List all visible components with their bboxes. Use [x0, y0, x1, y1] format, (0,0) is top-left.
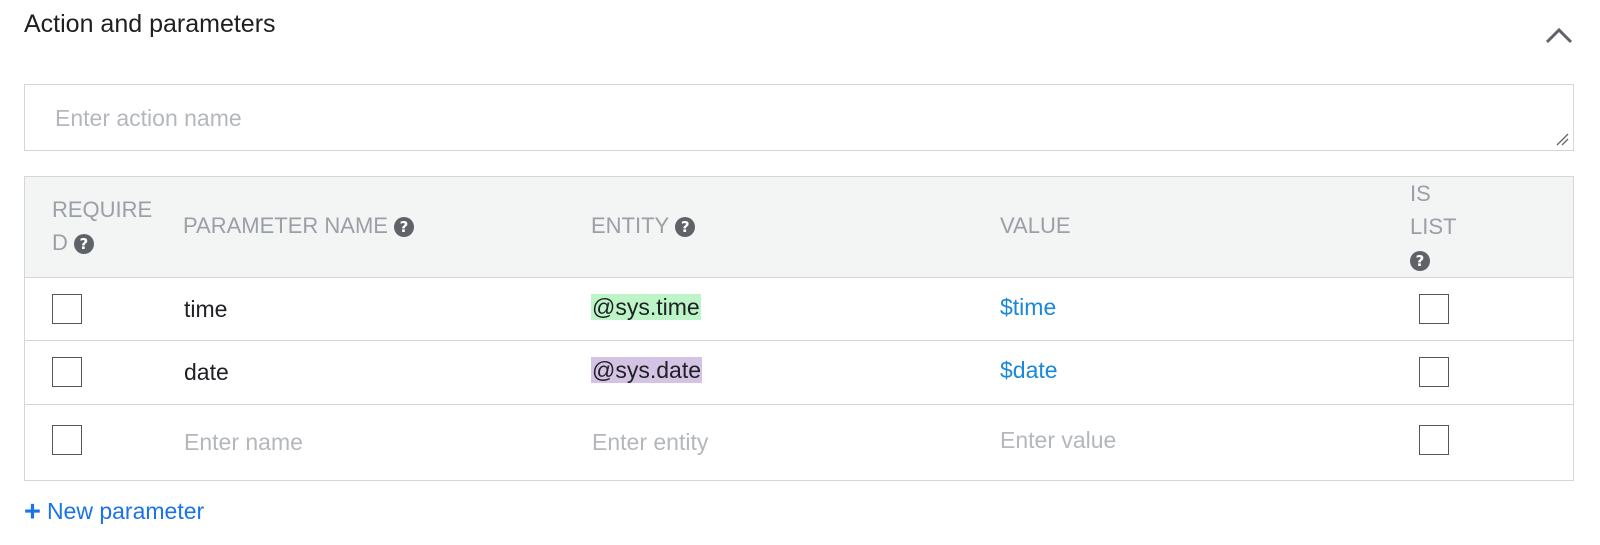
new-parameter-button[interactable]: + New parameter — [24, 496, 204, 529]
table-row: time @sys.time $time — [25, 278, 1573, 341]
header-value: VALUE — [1000, 213, 1071, 238]
entity-help-icon[interactable]: ? — [675, 217, 696, 238]
section-title: Action and parameters — [24, 10, 276, 38]
required-checkbox[interactable] — [52, 357, 82, 387]
name-input[interactable]: Enter name — [184, 429, 303, 456]
entity-tag[interactable]: @sys.date — [591, 357, 703, 383]
is-list-checkbox[interactable] — [1419, 425, 1449, 455]
resize-grip-icon[interactable] — [1555, 132, 1569, 146]
parameter-name[interactable]: time — [184, 296, 227, 323]
header-entity: ENTITY? — [591, 209, 696, 242]
is-list-checkbox[interactable] — [1419, 294, 1449, 324]
required-checkbox[interactable] — [52, 294, 82, 324]
entity-tag[interactable]: @sys.time — [591, 294, 701, 320]
parameter-value[interactable]: $date — [1000, 357, 1058, 384]
table-header: REQUIRE D? PARAMETER NAME? ENTITY? VALUE… — [25, 177, 1573, 278]
collapse-button[interactable] — [1544, 22, 1574, 48]
header-is-list: IS LIST ? — [1410, 181, 1457, 272]
parameter-name[interactable]: date — [184, 359, 229, 386]
parameter-value[interactable]: $time — [1000, 294, 1056, 321]
new-parameter-row: Enter name Enter entity Enter value — [25, 405, 1573, 480]
plus-icon: + — [24, 496, 41, 528]
new-parameter-label: New parameter — [46, 498, 205, 524]
entity-input[interactable]: Enter entity — [592, 429, 708, 456]
parameters-table: REQUIRE D? PARAMETER NAME? ENTITY? VALUE… — [24, 176, 1574, 481]
required-checkbox[interactable] — [52, 425, 82, 455]
is-list-help-icon[interactable]: ? — [1410, 251, 1430, 272]
parameter-name-help-icon[interactable]: ? — [393, 217, 414, 238]
header-required: REQUIRE D? — [52, 197, 153, 255]
required-help-icon[interactable]: ? — [73, 234, 94, 255]
chevron-up-icon — [1545, 27, 1573, 44]
action-name-input[interactable] — [25, 85, 1573, 150]
table-row: date @sys.date $date — [25, 341, 1573, 405]
is-list-checkbox[interactable] — [1419, 357, 1449, 387]
header-parameter-name: PARAMETER NAME? — [183, 209, 414, 242]
value-input[interactable]: Enter value — [1000, 427, 1116, 454]
action-name-field[interactable] — [24, 84, 1574, 151]
